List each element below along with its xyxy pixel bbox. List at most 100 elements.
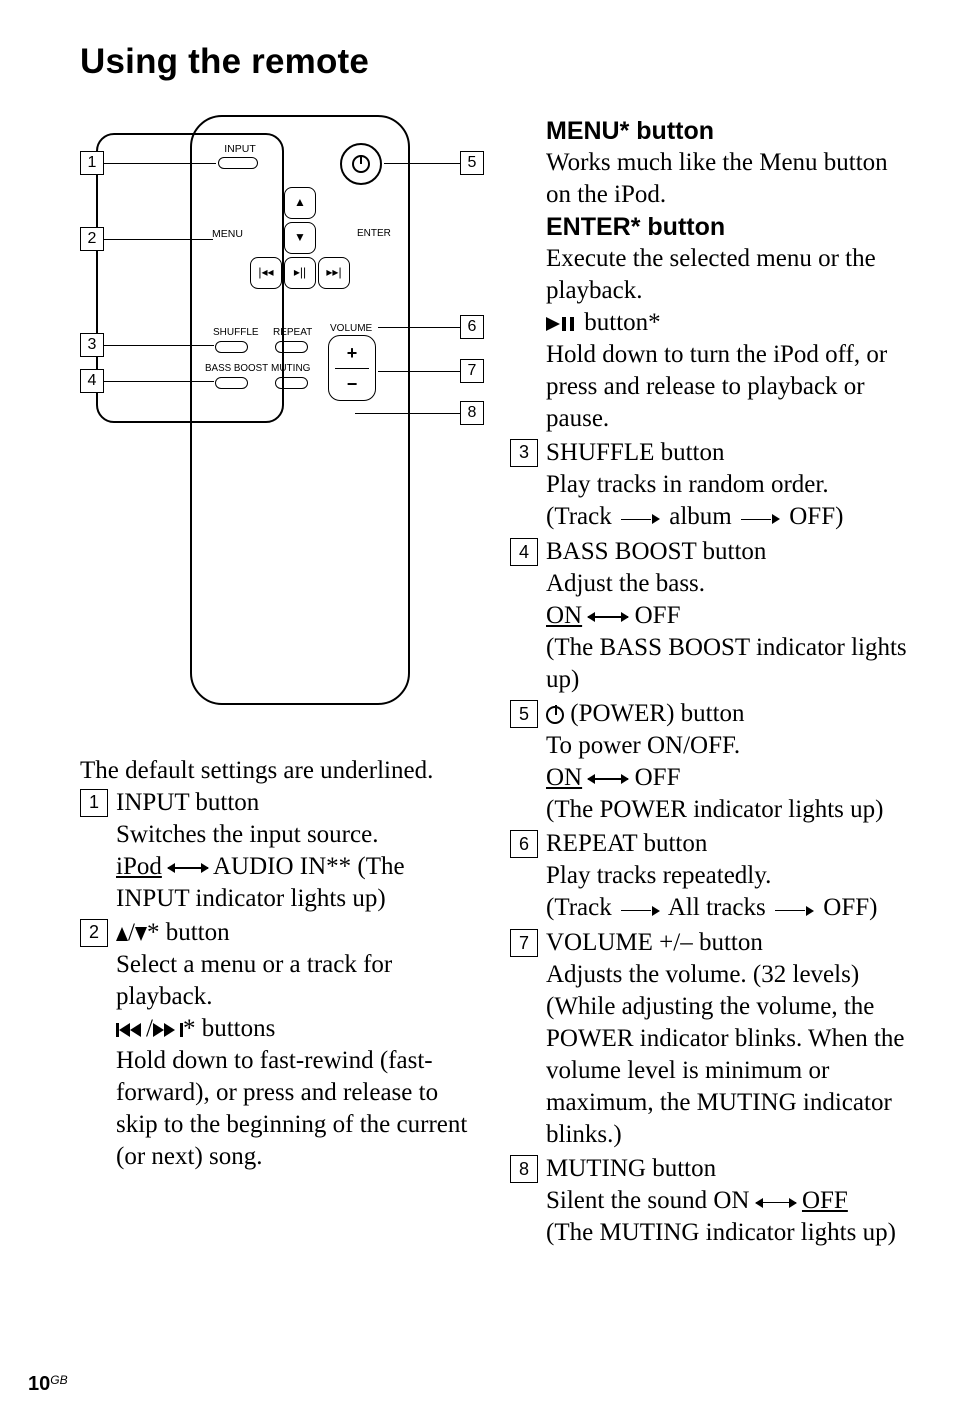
entry-7: 7 VOLUME +/– button Adjusts the volume. … [510,927,910,1151]
entry-7-body: Adjusts the volume. (32 levels) (While a… [546,959,910,1151]
callout-1: 1 [80,151,104,175]
entry-3-body: Play tracks in random order. [546,469,910,501]
nav-playpause-icon: ▸|| [284,257,316,289]
next-track-icon [153,1023,183,1037]
entry-1-head: INPUT button [116,787,480,819]
label-volume: VOLUME [330,323,372,336]
entry-5-on: ON [546,764,582,791]
intro-text: The default settings are underlined. [80,755,480,787]
label-enter: ENTER [357,228,391,241]
arrow-right-icon [618,502,663,534]
entry-8-note: (The MUTING indicator lights up) [546,1217,910,1249]
num-box-7: 7 [510,929,538,957]
entry-8-pre: Silent the sound ON [546,1187,749,1214]
seq-all: All tracks [663,894,766,921]
entry-6-seq: (Track All tracks OFF) [546,892,910,925]
entry-4-head: BASS BOOST button [546,536,910,568]
enter-body: Execute the selected menu or the playbac… [546,243,910,307]
callout-3: 3 [80,333,104,357]
entry-4-onoff: ON OFF [546,600,910,632]
input-button-shape [218,157,258,169]
page-columns: INPUT ▲ ▼ |◂◂ ▸|| ▸▸| MENU ENTER SHUFFLE… [80,115,910,1252]
label-bassboost: BASS BOOST [205,363,268,376]
label-input: INPUT [220,143,260,156]
playpause-head: button* [546,307,910,339]
entry-1-modes: iPod AUDIO IN** (The INPUT indicator lig… [116,851,480,915]
entry-5: 5 (POWER) button To power ON/OFF. ON OFF… [510,698,910,826]
callout-4: 4 [80,369,104,393]
entry-4-note: (The BASS BOOST indicator lights up) [546,632,910,696]
num-box-3: 3 [510,439,538,467]
entry-5-head-text: (POWER) button [564,700,745,727]
leader-1 [104,163,216,165]
entry-3: 3 SHUFFLE button Play tracks in random o… [510,437,910,534]
entry-6-body: Play tracks repeatedly. [546,860,910,892]
prev-track-icon [116,1023,146,1037]
page-region: GB [50,1373,67,1387]
shuffle-button-shape [215,341,248,353]
column-right: MENU* button Works much like the Menu bu… [510,115,910,1252]
seq-off: OFF) [817,894,877,921]
num-box-8: 8 [510,1155,538,1183]
seq-track: (Track [546,503,612,530]
nav-prev-icon: |◂◂ [250,257,282,289]
nav-down-icon: ▼ [284,222,316,254]
entry-2-btns-suffix: * buttons [183,1015,275,1042]
navpad: ▲ ▼ |◂◂ ▸|| ▸▸| [250,187,350,287]
seq-album: album [663,503,732,530]
label-muting: MUTING [271,363,310,376]
entry-6-head: REPEAT button [546,828,910,860]
leader-3 [104,345,214,347]
callout-2: 2 [80,227,104,251]
entry-4: 4 BASS BOOST button Adjust the bass. ON … [510,536,910,696]
double-arrow-icon [588,611,628,623]
entry-5-body: To power ON/OFF. [546,730,910,762]
double-arrow-icon [756,1197,796,1209]
seq-off: OFF) [783,503,843,530]
page-title: Using the remote [80,40,910,85]
entry-8-off: OFF [802,1187,848,1214]
num-box-6: 6 [510,830,538,858]
entry-2-updown: /* button [116,917,480,949]
entry-8-line: Silent the sound ON OFF [546,1185,910,1217]
entry-1: 1 INPUT button Switches the input source… [80,787,480,915]
mode-ipod: iPod [116,853,162,880]
repeat-button-shape [275,341,308,353]
leader-2 [104,239,213,241]
menu-body: Works much like the Menu button on the i… [546,147,910,211]
menu-head: MENU* button [546,115,910,147]
arrow-down-icon [135,927,147,941]
entry-8: 8 MUTING button Silent the sound ON OFF … [510,1153,910,1249]
entry-4-on: ON [546,602,582,629]
entry-5-note: (The POWER indicator lights up) [546,794,910,826]
menu-section: MENU* button Works much like the Menu bu… [510,115,910,435]
power-icon [340,143,382,185]
double-arrow-icon [588,773,628,785]
entry-3-head: SHUFFLE button [546,437,910,469]
arrow-right-icon [738,502,783,534]
entry-3-seq: (Track album OFF) [546,501,910,534]
power-icon-inline [546,706,564,724]
callout-5: 5 [460,151,484,175]
num-box-2: 2 [80,919,108,947]
entry-5-head: (POWER) button [546,698,910,730]
num-box-4: 4 [510,538,538,566]
arrow-up-icon [116,927,128,941]
entry-4-off: OFF [628,602,680,629]
label-repeat: REPEAT [273,327,312,340]
entry-2-prevnext: /* buttons [116,1013,480,1045]
column-left: INPUT ▲ ▼ |◂◂ ▸|| ▸▸| MENU ENTER SHUFFLE… [80,115,480,1252]
double-arrow-icon [168,862,208,874]
callout-8: 8 [460,401,484,425]
enter-head: ENTER* button [546,211,910,243]
playpause-body: Hold down to turn the iPod off, or press… [546,339,910,435]
play-pause-icon [546,317,578,331]
nav-next-icon: ▸▸| [318,257,350,289]
arrow-right-icon [772,893,817,925]
nav-up-icon: ▲ [284,187,316,219]
playpause-suffix: button* [578,309,661,336]
bassboost-button-shape [215,377,248,389]
remote-diagram: INPUT ▲ ▼ |◂◂ ▸|| ▸▸| MENU ENTER SHUFFLE… [80,115,480,735]
leader-4 [104,381,214,383]
leader-5 [384,163,460,165]
